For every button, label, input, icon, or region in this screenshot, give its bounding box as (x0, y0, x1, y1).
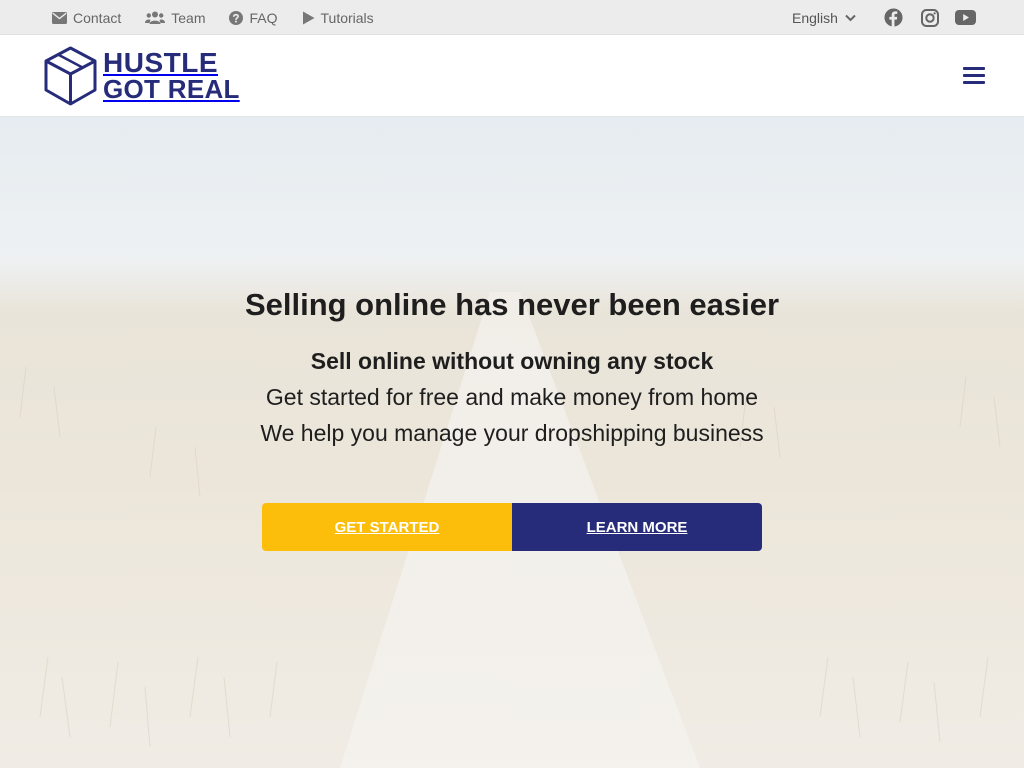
play-icon (302, 11, 314, 24)
top-nav-contact-label: Contact (73, 9, 122, 26)
site-logo[interactable]: HUSTLE GOT REAL (44, 46, 240, 106)
envelope-icon (52, 11, 67, 24)
top-nav-faq-label: FAQ (249, 9, 278, 26)
top-nav: Contact Team FAQ Tutorials (52, 0, 398, 35)
hero-section: Selling online has never been easier Sel… (0, 117, 1024, 768)
logo-line-2: GOT REAL (103, 74, 240, 104)
hero-subtitle: Sell online without owning any stock (310, 348, 714, 374)
site-header: HUSTLE GOT REAL (0, 35, 1024, 117)
top-nav-tutorials[interactable]: Tutorials (302, 10, 374, 26)
youtube-link[interactable] (955, 0, 976, 35)
facebook-icon (884, 8, 903, 27)
language-label: English (792, 9, 838, 26)
hero-text-line-1: Get started for free and make money from… (265, 384, 759, 410)
logo-line-1: HUSTLE (103, 47, 218, 78)
top-bar: Contact Team FAQ Tutorials English (0, 0, 1024, 35)
hamburger-menu-icon[interactable] (963, 67, 985, 85)
top-nav-tutorials-label: Tutorials (320, 9, 374, 26)
top-nav-team-label: Team (171, 9, 206, 26)
facebook-link[interactable] (884, 0, 903, 35)
users-icon (145, 11, 166, 24)
hero-text-line-2: We help you manage your dropshipping bus… (260, 420, 764, 446)
youtube-icon (955, 10, 976, 25)
chevron-down-icon (845, 14, 856, 21)
learn-more-button[interactable]: LEARN MORE (512, 503, 762, 551)
get-started-button[interactable]: GET STARTED (262, 503, 512, 551)
instagram-icon (921, 8, 939, 27)
top-nav-faq[interactable]: FAQ (229, 9, 278, 26)
box-icon (44, 46, 97, 106)
language-selector[interactable]: English (792, 0, 856, 35)
question-circle-icon (229, 10, 244, 25)
hero-title: Selling online has never been easier (244, 287, 780, 322)
top-nav-team[interactable]: Team (145, 10, 205, 26)
logo-wordmark: HUSTLE GOT REAL (103, 47, 240, 104)
top-nav-contact[interactable]: Contact (52, 10, 121, 26)
instagram-link[interactable] (921, 0, 939, 35)
